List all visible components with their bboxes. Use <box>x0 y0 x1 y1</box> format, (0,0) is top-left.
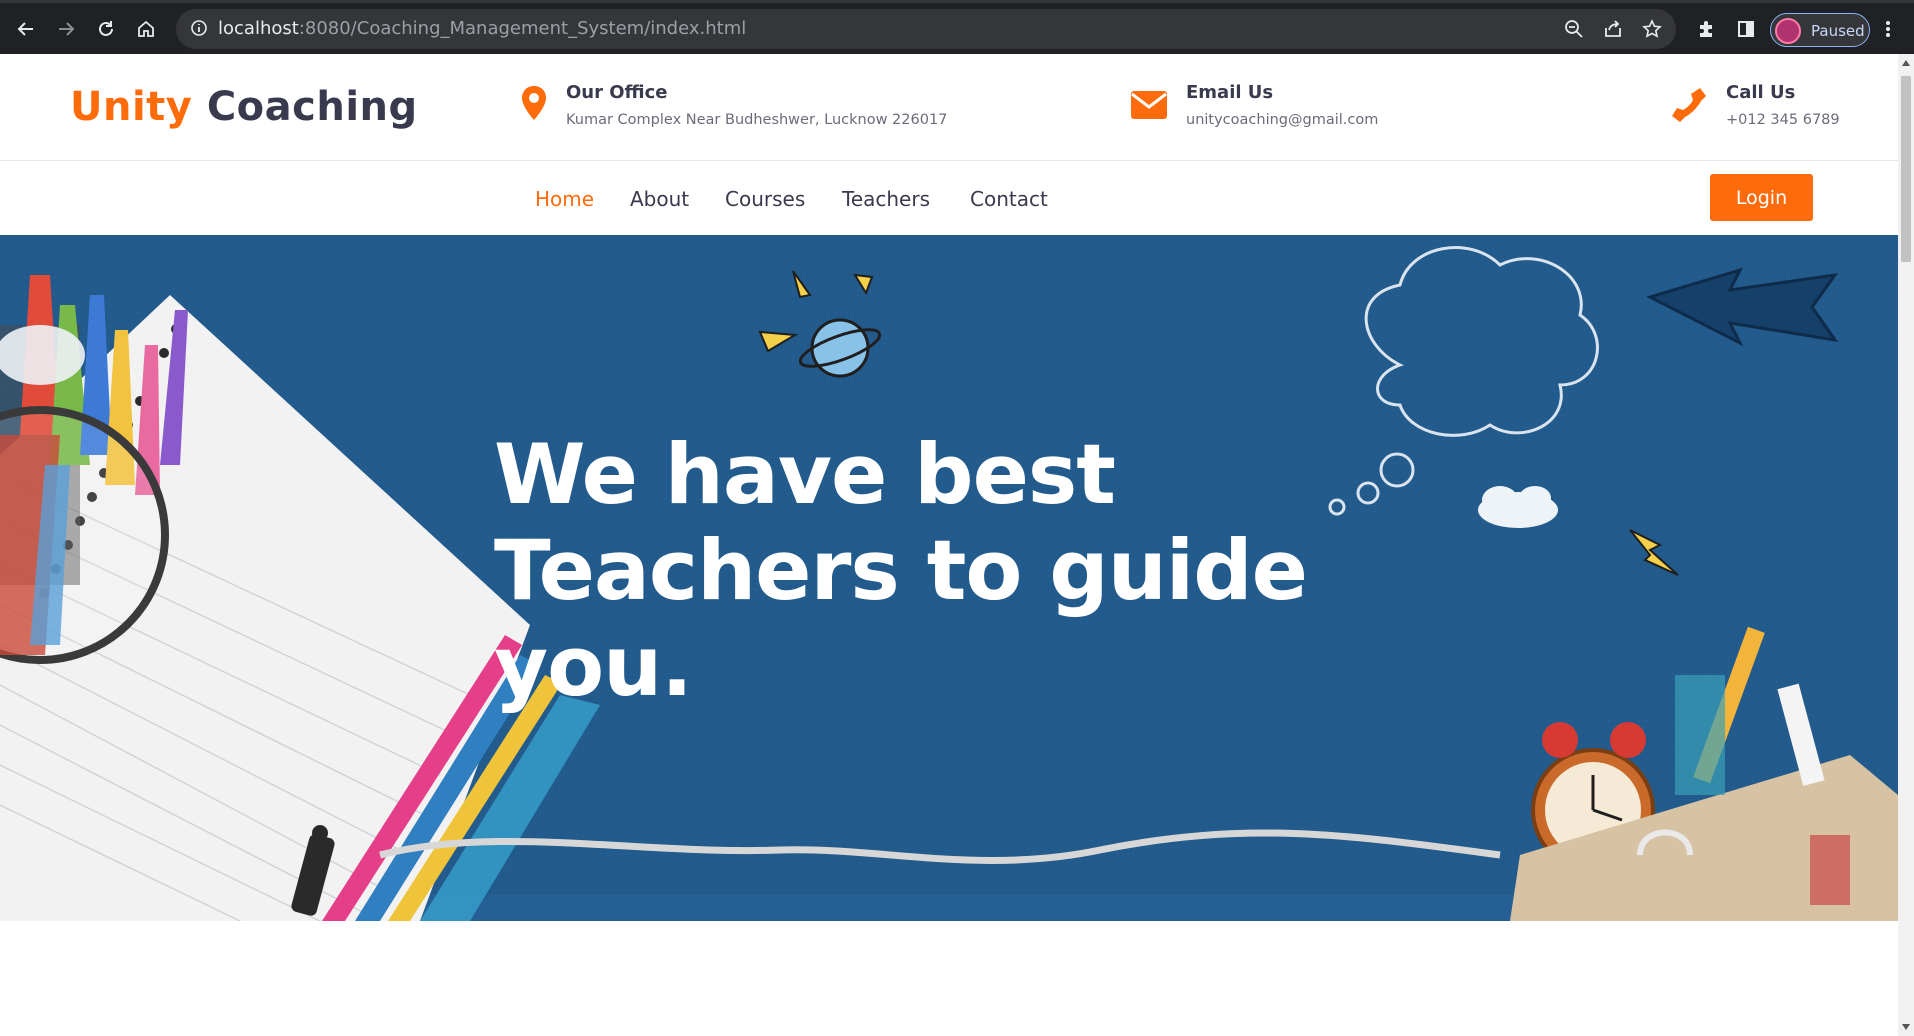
menu-dots-icon[interactable] <box>1876 11 1900 47</box>
brand-part-1: Unity <box>70 84 193 130</box>
brand-logo[interactable]: Unity Coaching <box>70 84 418 130</box>
profile-button[interactable]: Paused <box>1770 13 1870 47</box>
login-button[interactable]: Login <box>1710 174 1813 221</box>
office-address: Kumar Complex Near Budheshwer, Lucknow 2… <box>566 112 948 128</box>
avatar <box>1775 18 1801 44</box>
nav-courses[interactable]: Courses <box>725 187 805 211</box>
browser-toolbar: localhost:8080/Coaching_Management_Syste… <box>0 0 1914 54</box>
nav-about[interactable]: About <box>630 187 689 211</box>
email-address[interactable]: unitycoaching@gmail.com <box>1186 112 1378 128</box>
page-scrollbar[interactable] <box>1898 54 1914 1036</box>
brand-part-2: Coaching <box>206 84 418 130</box>
scrollbar-thumb[interactable] <box>1901 76 1911 262</box>
nav-home[interactable]: Home <box>535 187 594 211</box>
phone-icon <box>1670 86 1708 129</box>
hero-line-2: Teachers to guide <box>494 522 1308 619</box>
envelope-icon <box>1130 90 1168 125</box>
main-navigation: Home About Courses Teachers Contact <box>0 161 1898 235</box>
phone-title: Call Us <box>1726 82 1796 103</box>
hero-line-1: We have best <box>494 426 1116 523</box>
url-text: localhost:8080/Coaching_Management_Syste… <box>218 19 746 39</box>
home-icon[interactable] <box>128 11 164 47</box>
forward-icon[interactable] <box>48 11 84 47</box>
address-bar[interactable]: localhost:8080/Coaching_Management_Syste… <box>176 9 1676 49</box>
info-icon[interactable] <box>190 19 208 42</box>
url-path: :8080/Coaching_Management_System/index.h… <box>298 18 747 39</box>
hero-banner: We have best Teachers to guide you. <box>0 235 1898 921</box>
hero-line-3: you. <box>494 618 693 715</box>
nav-teachers[interactable]: Teachers <box>842 187 930 211</box>
scroll-up-icon[interactable] <box>1902 60 1910 66</box>
profile-label: Paused <box>1811 22 1865 40</box>
nav-contact[interactable]: Contact <box>970 187 1048 211</box>
phone-number[interactable]: +012 345 6789 <box>1726 112 1840 128</box>
office-title: Our Office <box>566 82 668 103</box>
reload-icon[interactable] <box>88 11 124 47</box>
share-icon[interactable] <box>1603 19 1623 44</box>
url-host: localhost <box>218 18 299 39</box>
hero-headline: We have best Teachers to guide you. <box>494 427 1354 715</box>
star-icon[interactable] <box>1642 19 1662 44</box>
zoom-icon[interactable] <box>1564 19 1584 44</box>
back-icon[interactable] <box>8 11 44 47</box>
web-page: Unity Coaching Our Office Kumar Complex … <box>0 54 1898 1036</box>
map-pin-icon <box>518 84 550 129</box>
side-panel-icon[interactable] <box>1728 11 1764 47</box>
extensions-icon[interactable] <box>1688 11 1724 47</box>
email-title: Email Us <box>1186 82 1274 103</box>
top-info-bar: Unity Coaching Our Office Kumar Complex … <box>0 54 1898 161</box>
scroll-down-icon[interactable] <box>1902 1024 1910 1030</box>
